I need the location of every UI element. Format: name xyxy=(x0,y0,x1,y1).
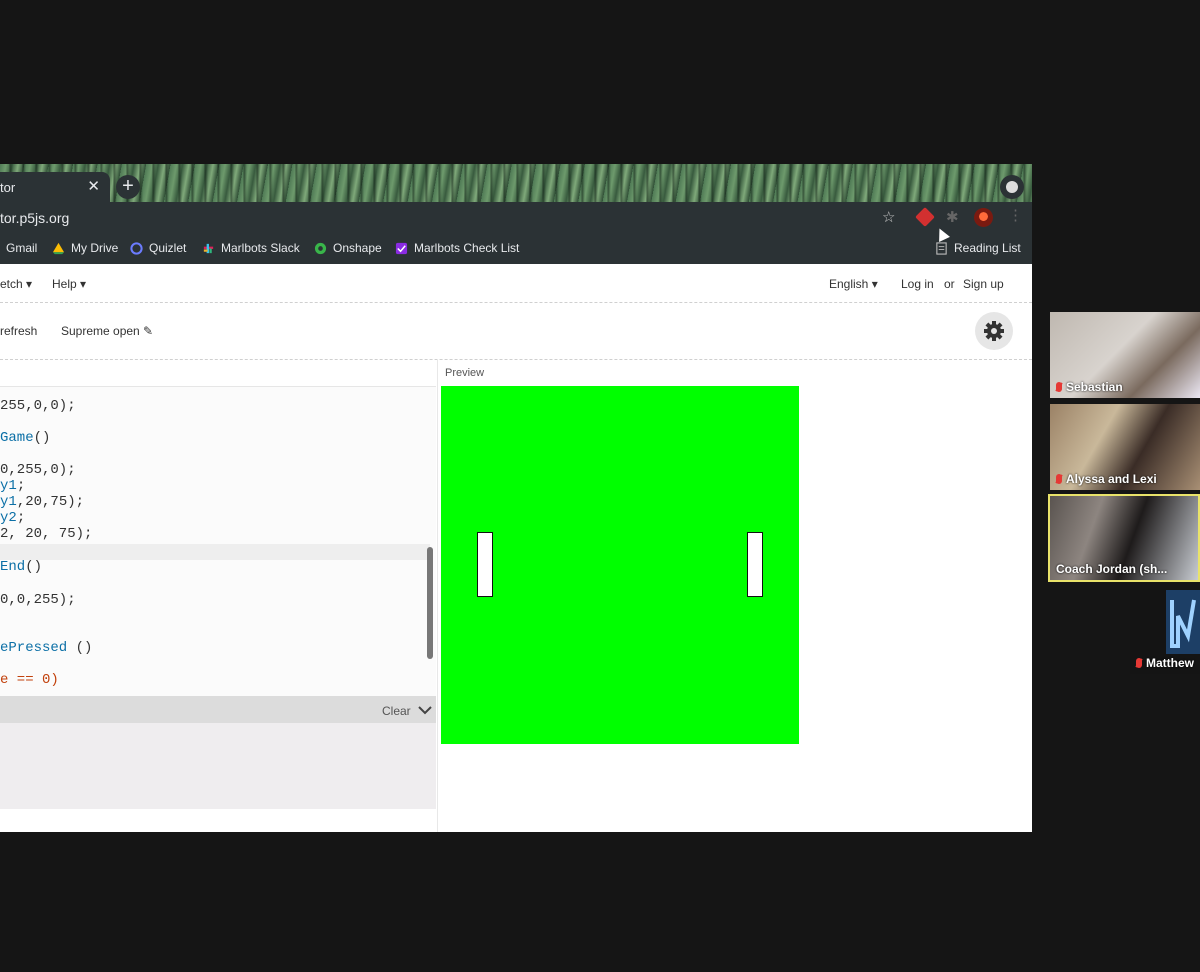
bookmarks-bar: Gmail My Drive Quizlet Marlbots Slack On… xyxy=(0,232,1032,264)
login-link[interactable]: Log in xyxy=(901,277,934,291)
editor-menubar: etch ▾ Help ▾ English ▾ Log in or Sign u… xyxy=(0,264,1032,303)
menu-sketch[interactable]: etch ▾ xyxy=(0,277,32,291)
preview-label: Preview xyxy=(445,367,485,379)
settings-button[interactable] xyxy=(975,312,1013,350)
address-bar: tor.p5js.org ☆ ✱ ⋮ xyxy=(0,202,1032,232)
auto-refresh-toggle[interactable]: refresh xyxy=(0,324,37,338)
console-output xyxy=(0,723,436,809)
onshape-icon xyxy=(314,242,327,254)
code-editor[interactable]: 255,0,0); Game() 0,255,0); y1; y1,20,75)… xyxy=(0,386,436,697)
participant-tile-active-speaker[interactable]: Coach Jordan (sh... xyxy=(1048,494,1200,582)
extension-icon[interactable] xyxy=(915,207,935,227)
sketch-canvas[interactable] xyxy=(441,386,799,744)
quizlet-icon xyxy=(130,241,143,255)
code-line: y1; xyxy=(0,478,26,494)
left-paddle xyxy=(477,532,493,597)
bookmark-label: My Drive xyxy=(71,241,119,255)
bookmark-my-drive[interactable]: My Drive xyxy=(52,241,118,255)
or-text: or xyxy=(944,277,955,291)
muted-mic-icon xyxy=(1136,658,1142,668)
participant-name: Alyssa and Lexi xyxy=(1056,472,1157,486)
profile-avatar[interactable] xyxy=(974,208,993,227)
tab-close-icon[interactable]: ✕ xyxy=(87,177,100,195)
menu-help[interactable]: Help ▾ xyxy=(52,277,86,291)
bookmark-label: Gmail xyxy=(6,241,38,255)
checklist-icon xyxy=(395,242,408,254)
code-line: End() xyxy=(0,559,43,575)
participant-name: Matthew xyxy=(1136,656,1194,670)
profile-menu-icon[interactable] xyxy=(1000,175,1024,199)
slack-icon xyxy=(203,243,214,253)
google-drive-icon xyxy=(52,242,65,254)
browser-menu-icon[interactable]: ⋮ xyxy=(1008,206,1023,224)
code-line: 2, 20, 75); xyxy=(0,526,93,542)
right-paddle xyxy=(747,532,763,597)
reading-list-icon xyxy=(936,241,947,255)
extensions-puzzle-icon[interactable]: ✱ xyxy=(946,208,959,226)
console-clear-button[interactable]: Clear xyxy=(382,704,411,718)
code-line: e == 0) xyxy=(0,672,59,688)
code-line: y1,20,75); xyxy=(0,494,85,510)
pane-divider[interactable] xyxy=(437,359,438,832)
muted-mic-icon xyxy=(1056,382,1062,392)
bookmark-label: Quizlet xyxy=(149,241,187,255)
bookmark-gmail[interactable]: Gmail xyxy=(6,241,37,255)
active-line-highlight xyxy=(0,544,430,560)
project-bar: refresh Supreme open ✎ xyxy=(0,303,1032,360)
bookmark-label: Onshape xyxy=(333,241,382,255)
code-line: 0,255,0); xyxy=(0,462,76,478)
muted-mic-icon xyxy=(1056,474,1062,484)
gear-icon xyxy=(984,321,1004,341)
code-line: ePressed () xyxy=(0,640,93,656)
code-line: 0,0,255); xyxy=(0,592,76,608)
bookmark-marlbots-check-list[interactable]: Marlbots Check List xyxy=(395,241,519,255)
avatar xyxy=(1166,590,1200,654)
project-name[interactable]: Supreme open ✎ xyxy=(61,324,153,338)
bookmark-star-icon[interactable]: ☆ xyxy=(882,208,895,226)
tab-title: tor xyxy=(0,180,16,195)
console-header: Clear xyxy=(0,696,436,723)
bookmark-label: Marlbots Check List xyxy=(414,241,520,255)
participant-tile[interactable]: Sebastian xyxy=(1050,312,1200,398)
browser-window: tor ✕ + tor.p5js.org ☆ ✱ ⋮ Gmail My Driv… xyxy=(0,164,1032,832)
bookmark-marlbots-slack[interactable]: Marlbots Slack xyxy=(202,241,300,255)
signup-link[interactable]: Sign up xyxy=(963,277,1004,291)
bookmark-onshape[interactable]: Onshape xyxy=(314,241,382,255)
browser-tab[interactable]: tor ✕ xyxy=(0,172,110,202)
tab-strip: tor ✕ + xyxy=(0,164,1032,202)
language-select[interactable]: English ▾ xyxy=(829,277,878,291)
editor-scrollbar[interactable] xyxy=(427,547,433,659)
bookmark-quizlet[interactable]: Quizlet xyxy=(130,241,186,255)
participant-name: Coach Jordan (sh... xyxy=(1056,562,1168,576)
code-line: Game() xyxy=(0,430,51,446)
participant-name: Sebastian xyxy=(1056,380,1123,394)
new-tab-button[interactable]: + xyxy=(116,175,140,199)
reading-list-label: Reading List xyxy=(954,241,1021,255)
participant-tile[interactable]: Alyssa and Lexi xyxy=(1050,404,1200,490)
chevron-down-icon[interactable] xyxy=(418,705,432,715)
bookmark-label: Marlbots Slack xyxy=(221,241,300,255)
url-text[interactable]: tor.p5js.org xyxy=(0,210,69,226)
participant-tile[interactable]: Matthew xyxy=(1130,590,1200,674)
reading-list-button[interactable]: Reading List xyxy=(935,241,1021,255)
code-line: 255,0,0); xyxy=(0,398,76,414)
code-line: y2; xyxy=(0,510,26,526)
